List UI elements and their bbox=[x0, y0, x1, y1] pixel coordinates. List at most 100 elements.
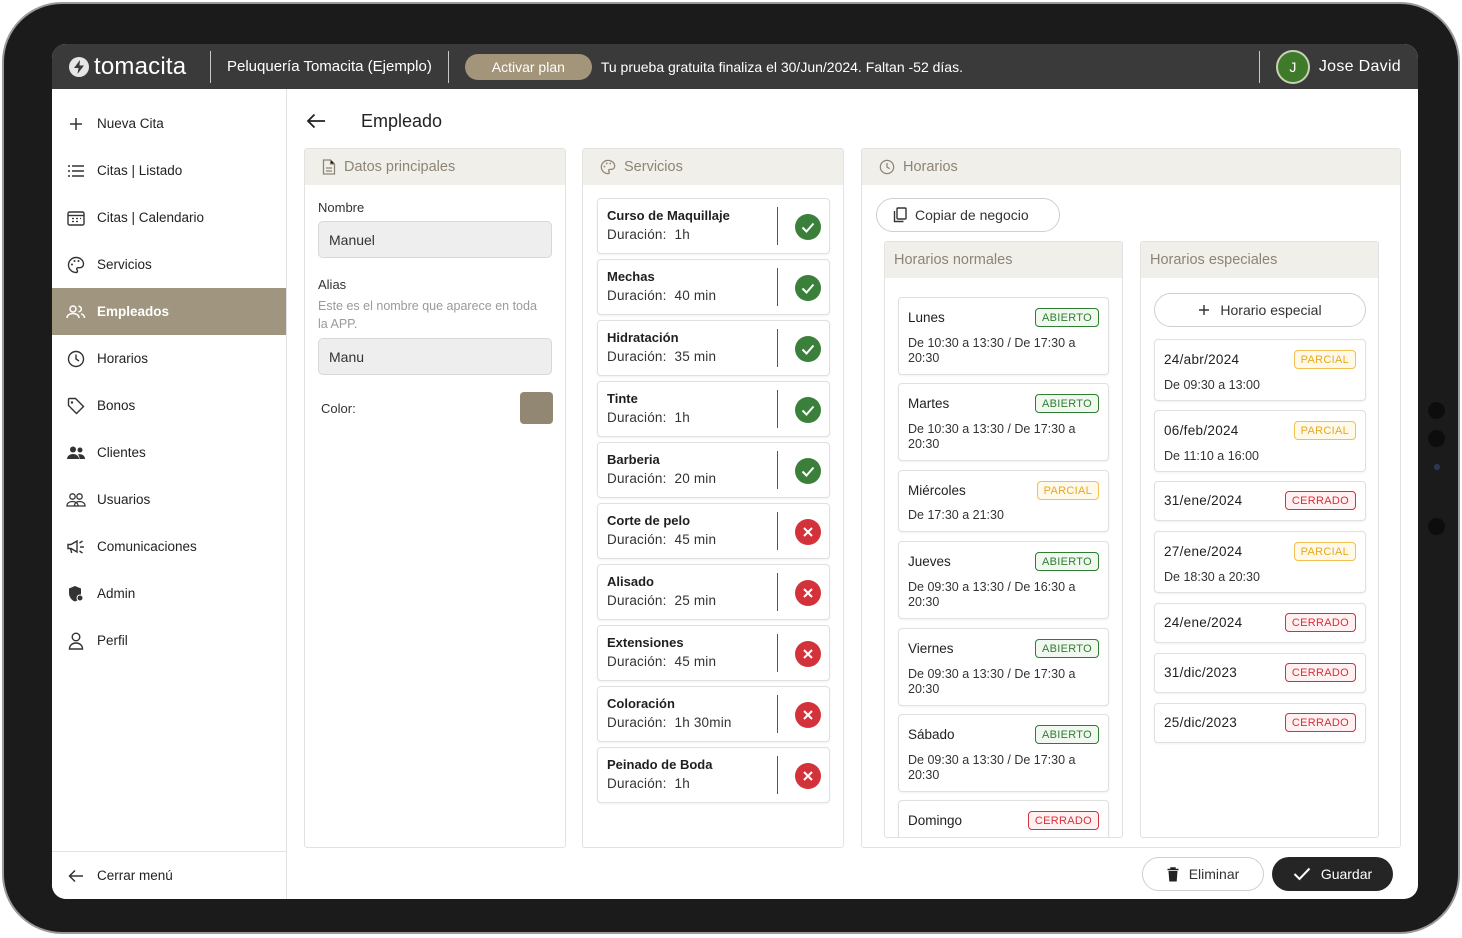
service-card[interactable]: Coloración Duración: 1h 30min bbox=[597, 686, 830, 742]
clock-icon bbox=[66, 349, 86, 369]
sidebar-item-label: Perfil bbox=[97, 633, 128, 648]
day-schedule-card[interactable]: Lunes ABIERTO De 10:30 a 13:30 / De 17:30 … bbox=[898, 297, 1109, 375]
service-card[interactable]: Barberia Duración: 20 min bbox=[597, 442, 830, 498]
day-schedule-card[interactable]: Jueves ABIERTO De 09:30 a 13:30 / De 16:30… bbox=[898, 541, 1109, 619]
alias-field[interactable]: Manu bbox=[318, 338, 552, 375]
special-times: De 11:10 a 16:00 bbox=[1164, 449, 1259, 463]
nombre-field[interactable]: Manuel bbox=[318, 221, 552, 258]
sidebar-item-servicios[interactable]: Servicios bbox=[52, 241, 286, 288]
x-circle-icon[interactable] bbox=[795, 702, 821, 728]
sidebar-item-clientes[interactable]: Clientes bbox=[52, 429, 286, 476]
divider bbox=[777, 268, 778, 306]
duration-value: 35 min bbox=[674, 349, 717, 364]
clock-icon bbox=[879, 159, 895, 175]
service-card[interactable]: Mechas Duración: 40 min bbox=[597, 259, 830, 315]
day-times: De 09:30 a 13:30 / De 17:30 a 20:30 bbox=[908, 753, 1076, 782]
divider bbox=[777, 695, 778, 733]
panel-header: Horarios bbox=[862, 149, 1400, 185]
datos-principales-panel: Datos principales Nombre Manuel Alias Es… bbox=[304, 148, 566, 848]
day-name: Viernes bbox=[908, 641, 954, 656]
special-schedule-card[interactable]: 24/abr/2024 PARCIAL De 09:30 a 13:00 bbox=[1154, 339, 1366, 401]
day-schedule-card[interactable]: Domingo CERRADO bbox=[898, 800, 1109, 837]
duration-prefix: Duración: bbox=[607, 410, 667, 425]
check-circle-icon[interactable] bbox=[795, 397, 821, 423]
check-circle-icon[interactable] bbox=[795, 275, 821, 301]
duration-value: 1h bbox=[674, 227, 690, 242]
status-badge: CERRADO bbox=[1284, 491, 1356, 510]
tag-icon bbox=[66, 396, 86, 416]
delete-button[interactable]: Eliminar bbox=[1142, 857, 1264, 891]
check-circle-icon[interactable] bbox=[795, 458, 821, 484]
sidebar-item-admin[interactable]: Admin bbox=[52, 570, 286, 617]
add-special-schedule-button[interactable]: Horario especial bbox=[1154, 293, 1366, 327]
avatar[interactable]: J bbox=[1275, 49, 1310, 84]
copy-from-business-button[interactable]: Copiar de negocio bbox=[876, 198, 1060, 232]
special-times: De 18:30 a 20:30 bbox=[1164, 570, 1260, 584]
sidebar-item-citas-listado[interactable]: Citas | Listado bbox=[52, 147, 286, 194]
user-menu[interactable]: J Jose David bbox=[1258, 44, 1418, 89]
sidebar-item-empleados[interactable]: Empleados bbox=[52, 288, 286, 335]
day-schedule-card[interactable]: Sábado ABIERTO De 09:30 a 13:30 / De 17:30… bbox=[898, 714, 1109, 792]
special-schedule-card[interactable]: 31/dic/2023 CERRADO bbox=[1154, 653, 1366, 693]
check-circle-icon[interactable] bbox=[795, 214, 821, 240]
delete-label: Eliminar bbox=[1188, 866, 1240, 882]
day-times: De 09:30 a 13:30 / De 16:30 a 20:30 bbox=[908, 580, 1076, 609]
special-schedule-card[interactable]: 06/feb/2024 PARCIAL De 11:10 a 16:00 bbox=[1154, 410, 1366, 472]
color-picker[interactable] bbox=[520, 392, 553, 424]
back-arrow-icon[interactable] bbox=[306, 113, 326, 129]
alias-help-text: Este es el nombre que aparece en toda la… bbox=[318, 299, 537, 331]
day-schedule-card[interactable]: Martes ABIERTO De 10:30 a 13:30 / De 17:30… bbox=[898, 383, 1109, 461]
x-circle-icon[interactable] bbox=[795, 580, 821, 606]
check-circle-icon[interactable] bbox=[795, 336, 821, 362]
close-menu-label: Cerrar menú bbox=[97, 868, 173, 883]
status-badge: CERRADO bbox=[1027, 811, 1099, 830]
day-name: Martes bbox=[908, 396, 950, 411]
sidebar-item-perfil[interactable]: Perfil bbox=[52, 617, 286, 664]
service-card[interactable]: Hidratación Duración: 35 min bbox=[597, 320, 830, 376]
special-schedule-card[interactable]: 27/ene/2024 PARCIAL De 18:30 a 20:30 bbox=[1154, 531, 1366, 593]
trash-icon bbox=[1167, 866, 1179, 882]
camera-dot bbox=[1434, 464, 1440, 470]
sidebar-item-label: Usuarios bbox=[97, 492, 151, 507]
x-circle-icon[interactable] bbox=[795, 641, 821, 667]
special-schedule-card[interactable]: 24/ene/2024 CERRADO bbox=[1154, 603, 1366, 643]
megaphone-icon bbox=[66, 537, 86, 557]
sidebar-item-usuarios[interactable]: Usuarios bbox=[52, 476, 286, 523]
sidebar-item-nueva-cita[interactable]: Nueva Cita bbox=[52, 100, 286, 147]
sidebar-item-horarios[interactable]: Horarios bbox=[52, 335, 286, 382]
app-logo[interactable]: tomacita bbox=[69, 53, 210, 81]
x-circle-icon[interactable] bbox=[795, 519, 821, 545]
user-name[interactable]: Jose David bbox=[1319, 58, 1401, 76]
service-card[interactable]: Extensiones Duración: 45 min bbox=[597, 625, 830, 681]
service-card[interactable]: Alisado Duración: 25 min bbox=[597, 564, 830, 620]
duration-value: 25 min bbox=[674, 593, 717, 608]
save-button[interactable]: Guardar bbox=[1272, 857, 1393, 891]
sidebar-item-label: Horarios bbox=[97, 351, 149, 366]
service-duration: Duración: 1h bbox=[607, 227, 690, 242]
day-schedule-card[interactable]: Miércoles PARCIAL De 17:30 a 21:30 bbox=[898, 470, 1109, 532]
divider bbox=[777, 390, 778, 428]
divider bbox=[777, 512, 778, 550]
special-times: De 09:30 a 13:00 bbox=[1164, 378, 1260, 392]
special-schedule-card[interactable]: 25/dic/2023 CERRADO bbox=[1154, 703, 1366, 743]
close-menu-button[interactable]: Cerrar menú bbox=[52, 851, 286, 899]
x-circle-icon[interactable] bbox=[795, 763, 821, 789]
day-schedule-card[interactable]: Viernes ABIERTO De 09:30 a 13:30 / De 17:3… bbox=[898, 628, 1109, 706]
service-card[interactable]: Corte de pelo Duración: 45 min bbox=[597, 503, 830, 559]
special-date: 27/ene/2024 bbox=[1164, 544, 1243, 559]
service-duration: Duración: 1h bbox=[607, 776, 690, 791]
service-duration: Duración: 45 min bbox=[607, 532, 716, 547]
activate-plan-button[interactable]: Activar plan bbox=[464, 53, 592, 80]
special-schedule-card[interactable]: 31/ene/2024 CERRADO bbox=[1154, 481, 1366, 521]
sidebar-item-citas-calendario[interactable]: Citas | Calendario bbox=[52, 194, 286, 241]
status-badge: ABIERTO bbox=[1035, 639, 1099, 658]
service-name: Extensiones bbox=[607, 635, 684, 650]
service-name: Barberia bbox=[607, 452, 660, 467]
sidebar-item-comunicaciones[interactable]: Comunicaciones bbox=[52, 523, 286, 570]
service-card[interactable]: Peinado de Boda Duración: 1h bbox=[597, 747, 830, 803]
service-card[interactable]: Tinte Duración: 1h bbox=[597, 381, 830, 437]
service-card[interactable]: Curso de Maquillaje Duración: 1h bbox=[597, 198, 830, 254]
list-icon bbox=[66, 161, 86, 181]
business-name[interactable]: Peluquería Tomacita (Ejemplo) bbox=[211, 58, 448, 75]
sidebar-item-bonos[interactable]: Bonos bbox=[52, 382, 286, 429]
